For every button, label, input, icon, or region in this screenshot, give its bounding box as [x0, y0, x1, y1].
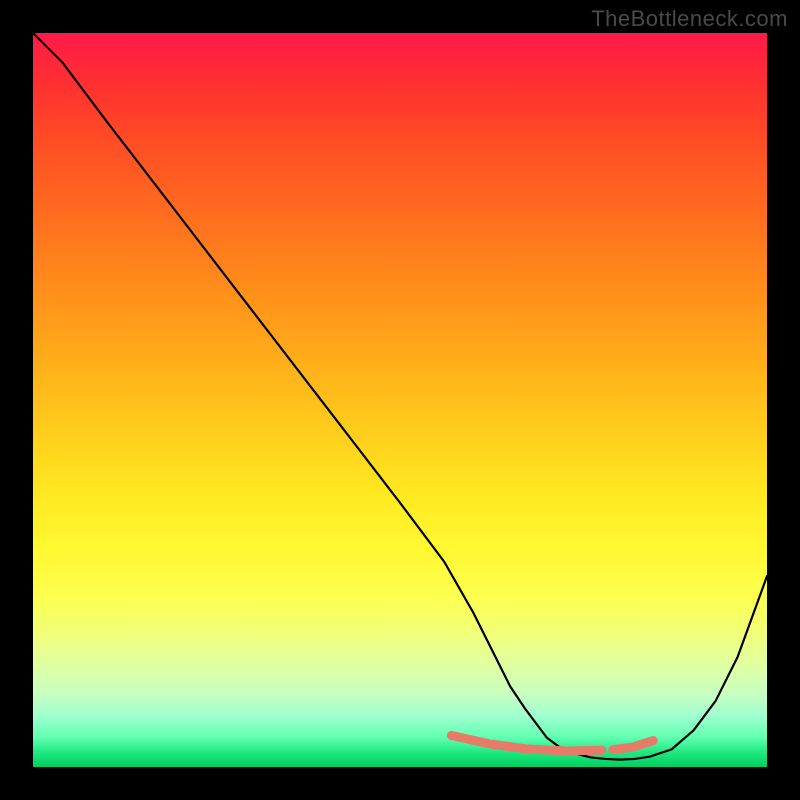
dashed-segment — [451, 735, 488, 743]
curve-dashed-overlay — [451, 735, 653, 751]
dashed-segment — [613, 747, 631, 750]
dashed-segment — [492, 744, 525, 748]
bottleneck-curve-line — [33, 33, 767, 760]
dashed-segment — [635, 741, 653, 747]
dashed-segment — [569, 750, 602, 751]
dashed-segment — [528, 749, 565, 751]
chart-svg — [33, 33, 767, 767]
chart-plot-area — [33, 33, 767, 767]
attribution-text: TheBottleneck.com — [591, 6, 788, 32]
